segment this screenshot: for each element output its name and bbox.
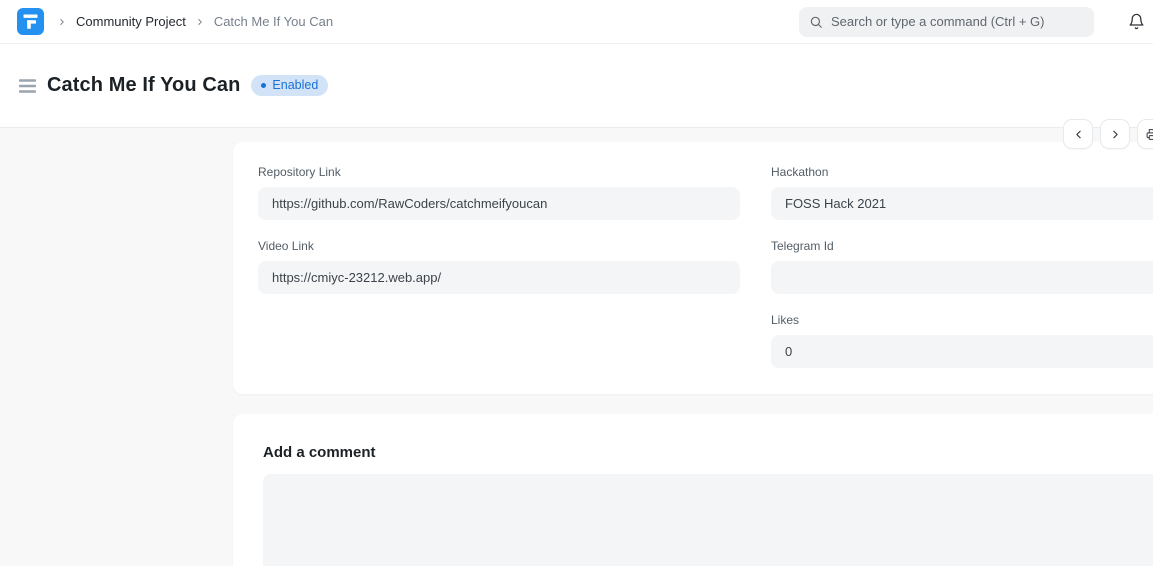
form-card: Repository Link Video Link Hackathon Tel… [233,142,1153,394]
breadcrumb: Community Project Catch Me If You Can [57,14,333,29]
field-telegram-id: Telegram Id [771,239,1153,294]
video-link-label: Video Link [258,239,740,253]
prev-record-button[interactable] [1063,119,1093,149]
breadcrumb-item-current: Catch Me If You Can [214,14,333,29]
search-input[interactable] [831,14,1084,29]
comment-card: Add a comment [233,414,1153,566]
chevron-right-icon [195,17,205,27]
bell-icon [1128,13,1145,30]
navbar: Community Project Catch Me If You Can [0,0,1153,44]
status-badge-label: Enabled [272,79,318,92]
likes-label: Likes [771,313,1153,327]
frappe-logo[interactable] [17,8,44,35]
page-title: Catch Me If You Can [47,74,240,97]
field-hackathon: Hackathon [771,165,1153,220]
form-column-right: Hackathon Telegram Id Likes [771,165,1153,368]
notifications-button[interactable] [1125,11,1147,33]
hackathon-input[interactable] [771,187,1153,220]
telegram-id-label: Telegram Id [771,239,1153,253]
status-badge: Enabled [251,75,328,96]
status-dot-icon [261,83,266,88]
chevron-left-icon [1072,128,1085,141]
likes-input[interactable] [771,335,1153,368]
content-area: Repository Link Video Link Hackathon Tel… [0,128,1153,566]
record-navigation [1063,119,1153,149]
field-likes: Likes [771,313,1153,368]
printer-icon [1146,128,1153,141]
form-column-left: Repository Link Video Link [258,165,740,368]
search-icon [809,15,823,29]
comment-input[interactable] [263,474,1153,566]
add-comment-heading: Add a comment [263,444,1153,461]
chevron-right-icon [57,17,67,27]
field-video-link: Video Link [258,239,740,294]
search-bar[interactable] [799,7,1094,37]
chevron-right-icon [1109,128,1122,141]
repository-link-input[interactable] [258,187,740,220]
field-repository-link: Repository Link [258,165,740,220]
telegram-id-input[interactable] [771,261,1153,294]
print-button[interactable] [1137,119,1153,149]
hackathon-label: Hackathon [771,165,1153,179]
breadcrumb-item-community-project[interactable]: Community Project [76,14,186,29]
frappe-logo-icon [17,8,44,35]
page-header: Catch Me If You Can Enabled [0,44,1153,128]
sidebar-toggle-button[interactable] [17,75,39,97]
menu-icon [18,78,38,94]
next-record-button[interactable] [1100,119,1130,149]
video-link-input[interactable] [258,261,740,294]
repository-link-label: Repository Link [258,165,740,179]
